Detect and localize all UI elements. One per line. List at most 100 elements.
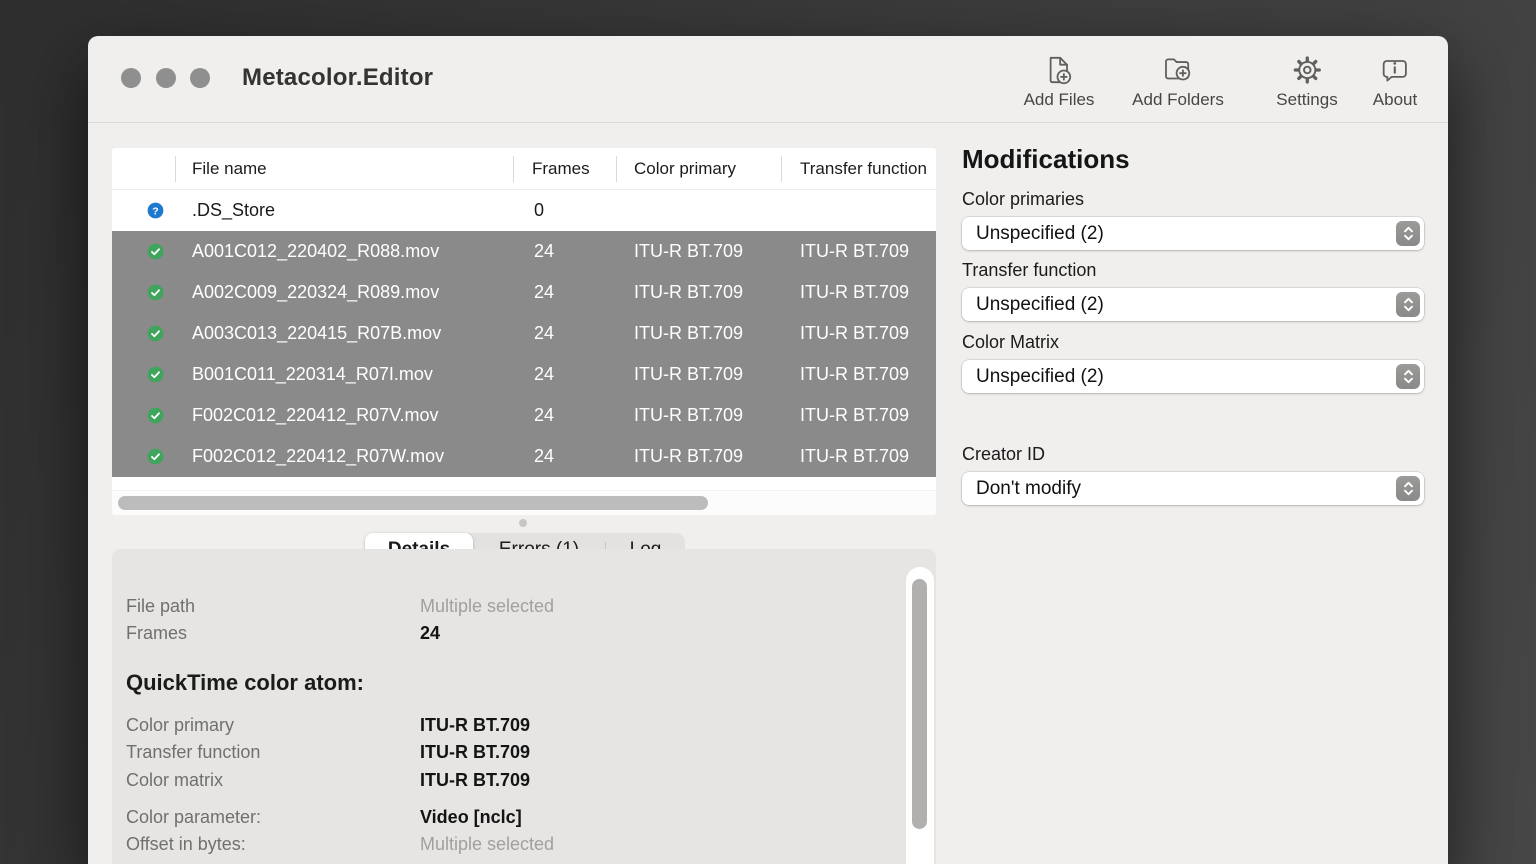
frames-cell: 24 — [534, 272, 554, 313]
chevron-up-down-icon — [1396, 221, 1420, 246]
add-files-label: Add Files — [1024, 90, 1095, 110]
table-row[interactable]: F002C012_220412_R07W.mov 24 ITU-R BT.709… — [112, 436, 936, 477]
detail-value: 24 — [420, 623, 440, 644]
detail-label: Frames — [126, 623, 187, 644]
frames-cell: 0 — [534, 190, 544, 231]
detail-row: Color primary ITU-R BT.709 — [126, 715, 896, 739]
detail-value: Multiple selected — [420, 596, 554, 617]
details-panel: File path Multiple selected Frames 24 Qu… — [112, 549, 936, 864]
creator-id-popup[interactable]: Don't modify — [962, 472, 1424, 505]
color-matrix-field: Color Matrix Unspecified (2) — [962, 331, 1424, 393]
detail-label: Color matrix — [126, 770, 223, 791]
table-row[interactable]: B001C011_220314_R07I.mov 24 ITU-R BT.709… — [112, 354, 936, 395]
detail-row: Color matrix ITU-R BT.709 — [126, 770, 896, 794]
color-primaries-field: Color primaries Unspecified (2) — [962, 188, 1424, 250]
detail-value: ITU-R BT.709 — [420, 770, 530, 791]
color-primaries-label: Color primaries — [962, 188, 1424, 210]
detail-row: Offset in bytes: Multiple selected — [126, 834, 896, 858]
detail-value: Video [nclc] — [420, 807, 522, 828]
frames-cell: 24 — [534, 354, 554, 395]
detail-row: Color parameter: Video [nclc] — [126, 807, 896, 831]
detail-row: Transfer function ITU-R BT.709 — [126, 742, 896, 766]
vertical-scrollbar-track — [906, 567, 934, 864]
popup-value: Unspecified (2) — [976, 217, 1104, 250]
color-matrix-popup[interactable]: Unspecified (2) — [962, 360, 1424, 393]
toolbar-divider — [88, 122, 1448, 123]
add-files-button[interactable]: Add Files — [1024, 52, 1095, 110]
detail-value: ITU-R BT.709 — [420, 742, 530, 763]
check-status-icon — [145, 323, 166, 344]
chevron-up-down-icon — [1396, 292, 1420, 317]
detail-row: Frames 24 — [126, 623, 896, 647]
file-name-cell: F002C012_220412_R07W.mov — [192, 436, 444, 477]
chevron-up-down-icon — [1396, 364, 1420, 389]
transfer-function-cell: ITU-R BT.709 — [800, 436, 909, 477]
column-separator — [781, 156, 782, 182]
popup-value: Don't modify — [976, 472, 1081, 505]
add-folders-icon — [1160, 52, 1196, 88]
detail-value: Multiple selected — [420, 834, 554, 855]
table-row[interactable]: F002C012_220412_R07V.mov 24 ITU-R BT.709… — [112, 395, 936, 436]
file-table: File name Frames Color primary Transfer … — [112, 148, 936, 515]
popup-value: Unspecified (2) — [976, 360, 1104, 393]
transfer-function-cell: ITU-R BT.709 — [800, 272, 909, 313]
color-primary-cell: ITU-R BT.709 — [634, 354, 743, 395]
detail-value: ITU-R BT.709 — [420, 715, 530, 736]
table-row[interactable]: A002C009_220324_R089.mov 24 ITU-R BT.709… — [112, 272, 936, 313]
frames-cell: 24 — [534, 313, 554, 354]
creator-id-label: Creator ID — [962, 443, 1424, 465]
transfer-function-cell: ITU-R BT.709 — [800, 354, 909, 395]
close-window-button[interactable] — [121, 68, 141, 88]
frames-cell: 24 — [534, 395, 554, 436]
info-bubble-icon — [1377, 52, 1413, 88]
add-folders-label: Add Folders — [1132, 90, 1224, 110]
check-status-icon — [145, 446, 166, 467]
detail-label: Color parameter: — [126, 807, 261, 828]
color-primary-cell: ITU-R BT.709 — [634, 231, 743, 272]
transfer-function-popup[interactable]: Unspecified (2) — [962, 288, 1424, 321]
gear-icon — [1289, 52, 1325, 88]
table-row[interactable]: ? .DS_Store 0 — [112, 190, 936, 231]
column-separator — [616, 156, 617, 182]
transfer-function-cell: ITU-R BT.709 — [800, 395, 909, 436]
about-button[interactable]: About — [1373, 52, 1417, 110]
file-name-cell: A003C013_220415_R07B.mov — [192, 313, 441, 354]
column-header-color-primary[interactable]: Color primary — [634, 148, 736, 190]
check-status-icon — [145, 364, 166, 385]
splitter-handle[interactable] — [519, 519, 527, 527]
settings-button[interactable]: Settings — [1276, 52, 1337, 110]
zoom-window-button[interactable] — [190, 68, 210, 88]
color-matrix-label: Color Matrix — [962, 331, 1424, 353]
file-name-cell: B001C011_220314_R07I.mov — [192, 354, 433, 395]
horizontal-scrollbar-thumb[interactable] — [118, 496, 708, 510]
check-status-icon — [145, 282, 166, 303]
minimize-window-button[interactable] — [156, 68, 176, 88]
transfer-function-label: Transfer function — [962, 259, 1424, 281]
detail-row: File path Multiple selected — [126, 596, 896, 620]
modifications-title: Modifications — [962, 144, 1130, 175]
window-title: Metacolor.Editor — [242, 64, 433, 92]
column-header-transfer-function[interactable]: Transfer function — [800, 148, 927, 190]
column-separator — [513, 156, 514, 182]
transfer-function-cell: ITU-R BT.709 — [800, 231, 909, 272]
column-header-file-name[interactable]: File name — [192, 148, 267, 190]
color-primaries-popup[interactable]: Unspecified (2) — [962, 217, 1424, 250]
color-primary-cell: ITU-R BT.709 — [634, 395, 743, 436]
detail-label: Offset in bytes: — [126, 834, 246, 855]
file-name-cell: A002C009_220324_R089.mov — [192, 272, 439, 313]
quicktime-color-atom-heading: QuickTime color atom: — [126, 670, 364, 696]
column-header-frames[interactable]: Frames — [532, 148, 590, 190]
detail-label: Color primary — [126, 715, 234, 736]
transfer-function-cell: ITU-R BT.709 — [800, 313, 909, 354]
add-folders-button[interactable]: Add Folders — [1132, 52, 1224, 110]
vertical-scrollbar-thumb[interactable] — [912, 579, 927, 829]
transfer-function-field: Transfer function Unspecified (2) — [962, 259, 1424, 321]
table-row[interactable]: A001C012_220402_R088.mov 24 ITU-R BT.709… — [112, 231, 936, 272]
file-name-cell: F002C012_220412_R07V.mov — [192, 395, 439, 436]
frames-cell: 24 — [534, 436, 554, 477]
file-name-cell: A001C012_220402_R088.mov — [192, 231, 439, 272]
table-row[interactable]: A003C013_220415_R07B.mov 24 ITU-R BT.709… — [112, 313, 936, 354]
frames-cell: 24 — [534, 231, 554, 272]
color-primary-cell: ITU-R BT.709 — [634, 313, 743, 354]
add-files-icon — [1041, 52, 1077, 88]
